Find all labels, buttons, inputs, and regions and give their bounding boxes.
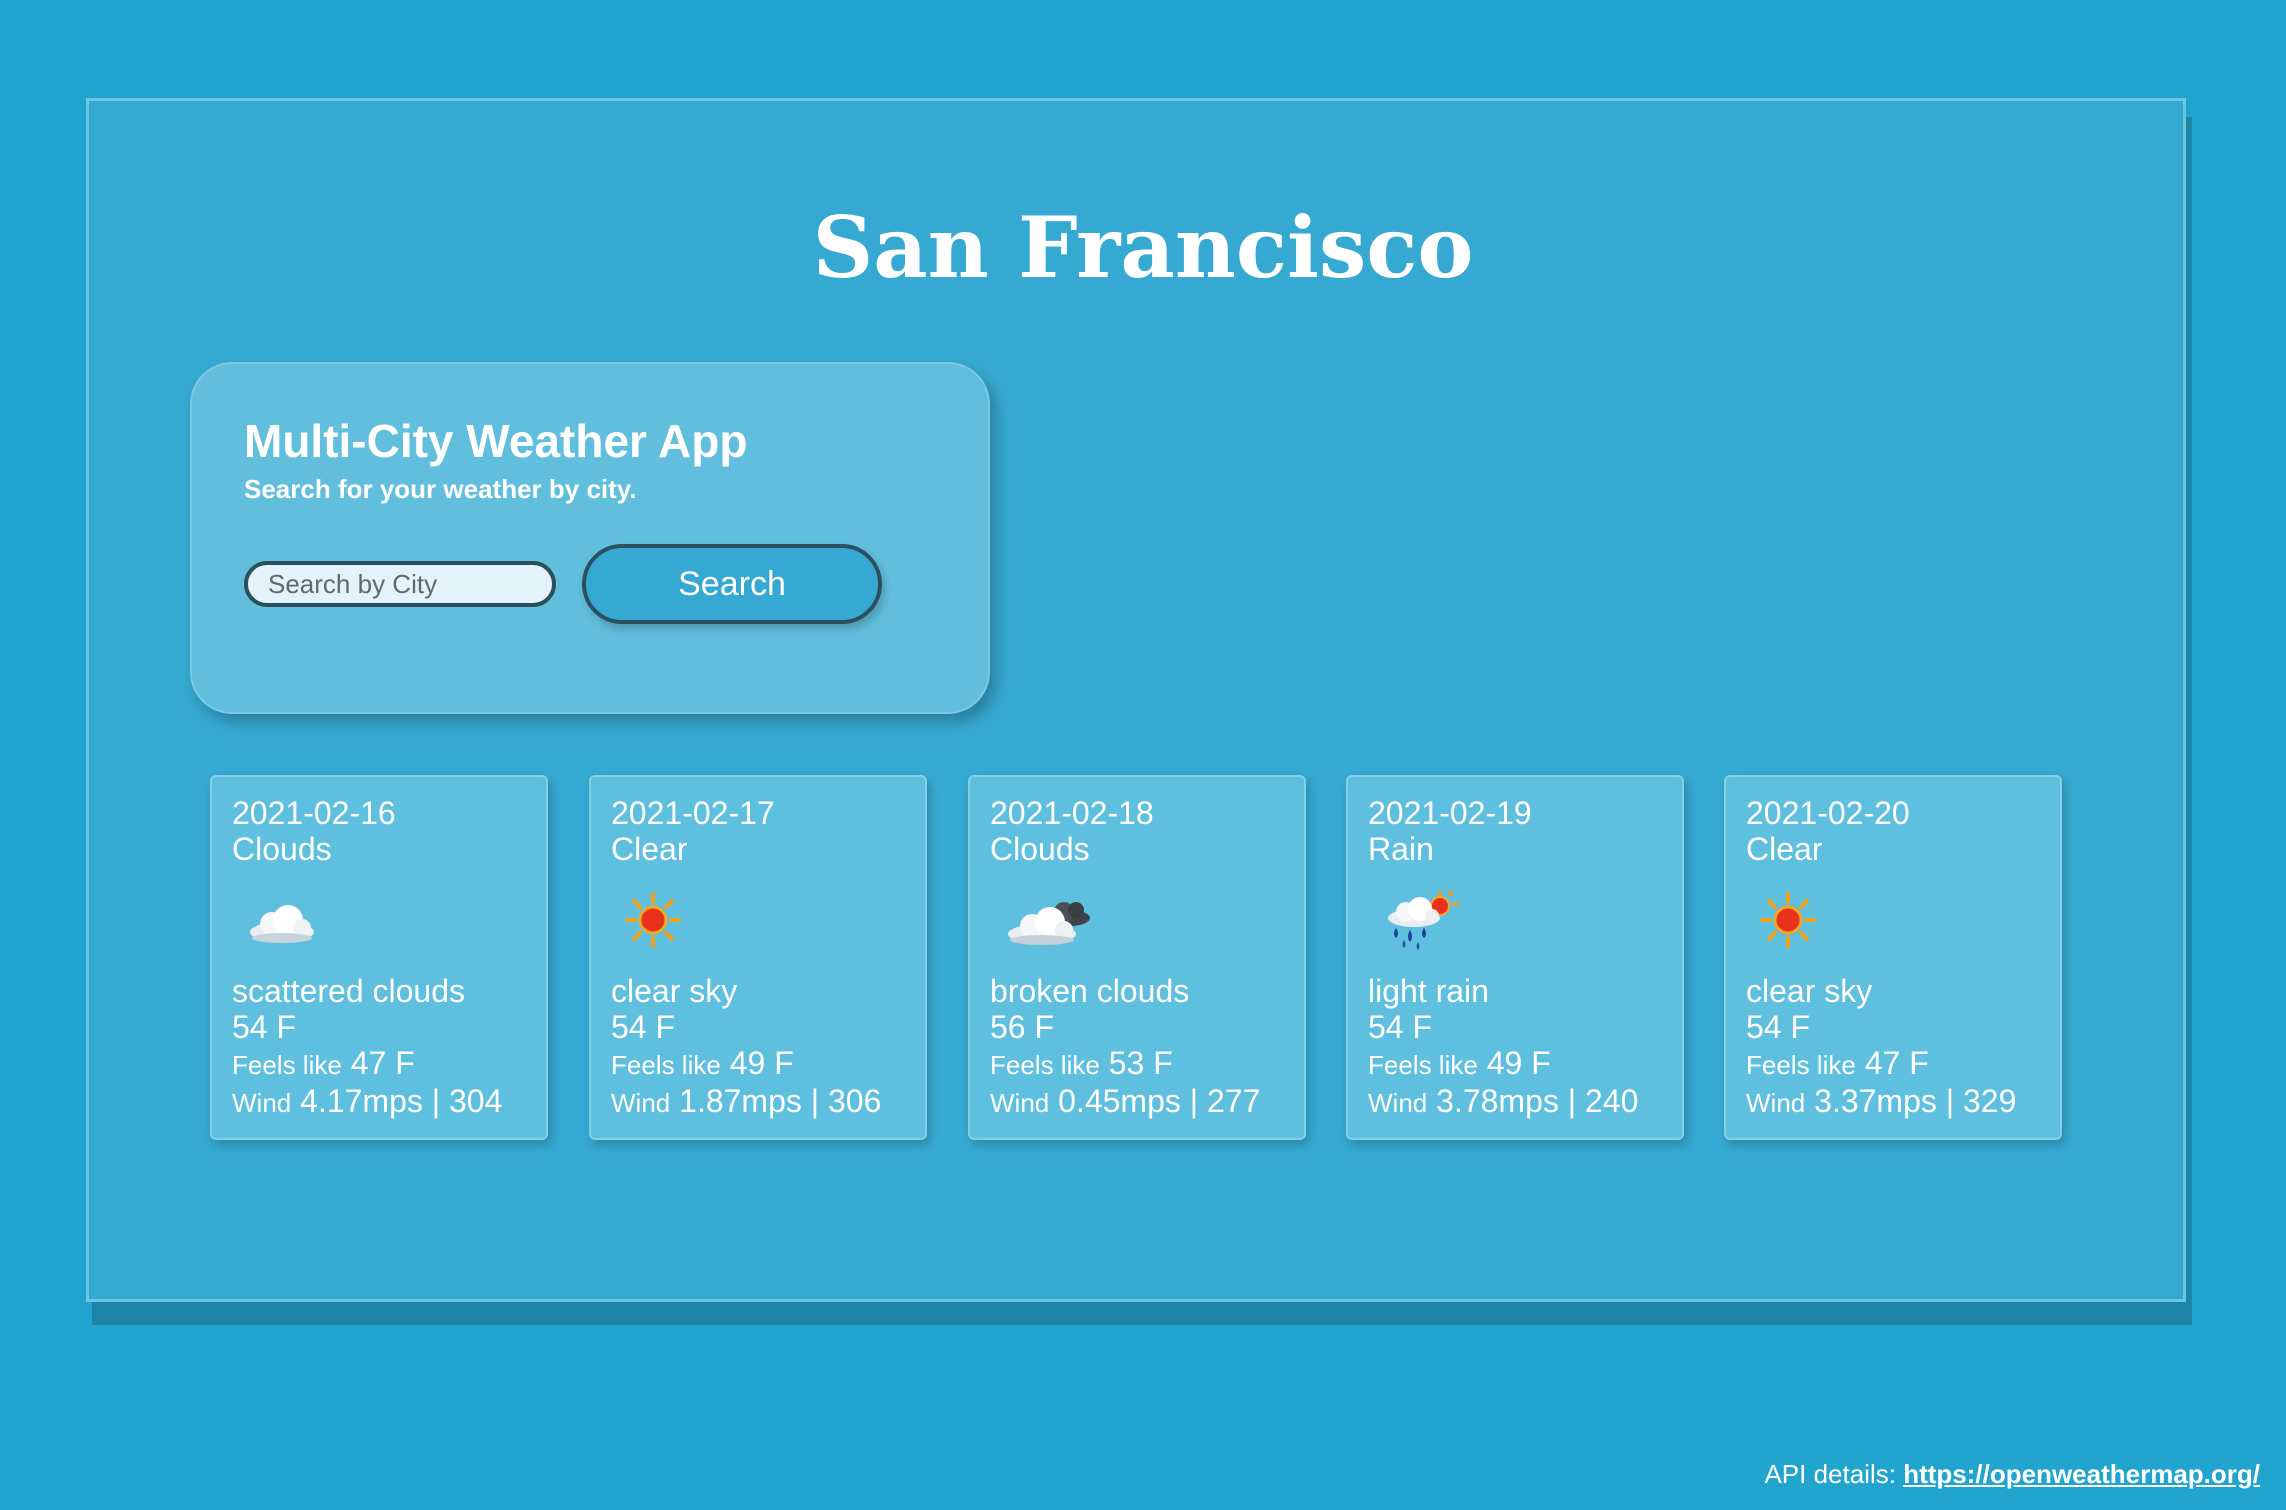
clear-sky-icon	[611, 867, 905, 973]
wind-label: Wind	[232, 1088, 292, 1118]
forecast-date: 2021-02-16	[232, 795, 396, 831]
forecast-condition: Clouds	[990, 831, 1090, 867]
feels-like-value: 47 F	[1864, 1045, 1929, 1081]
scattered-clouds-icon	[232, 867, 526, 973]
feels-like-value: 49 F	[1486, 1045, 1551, 1081]
forecast-condition: Clouds	[232, 831, 332, 867]
forecast-description: light rain	[1368, 973, 1489, 1009]
city-title: San Francisco	[812, 198, 1474, 297]
feels-like-label: Feels like	[611, 1050, 721, 1080]
forecast-condition: Rain	[1368, 831, 1434, 867]
app-subtitle: Search for your weather by city.	[244, 474, 637, 504]
forecast-wind: Wind 3.78mps | 240	[1368, 1083, 1662, 1121]
search-button[interactable]: Search	[582, 544, 882, 624]
feels-like-value: 49 F	[729, 1045, 794, 1081]
forecast-temp: 54 F	[232, 1009, 297, 1045]
forecast-feels-like: Feels like 49 F	[611, 1045, 905, 1083]
forecast-condition: Clear	[1746, 831, 1823, 867]
feels-like-label: Feels like	[1746, 1050, 1856, 1080]
feels-like-label: Feels like	[1368, 1050, 1478, 1080]
wind-value: 4.17mps | 304	[300, 1083, 503, 1119]
broken-clouds-icon	[990, 867, 1284, 973]
api-link[interactable]: https://openweathermap.org/	[1903, 1459, 2260, 1489]
forecast-card-day-1: 2021-02-16 Clouds scattered clouds 54 F …	[210, 775, 548, 1140]
forecast-card-day-4: 2021-02-19 Rain light rain 54 F Feels li…	[1346, 775, 1684, 1140]
wind-label: Wind	[611, 1088, 671, 1118]
clear-sky-icon	[1746, 867, 2040, 973]
forecast-wind: Wind 1.87mps | 306	[611, 1083, 905, 1121]
wind-value: 3.78mps | 240	[1436, 1083, 1639, 1119]
forecast-description: clear sky	[611, 973, 738, 1009]
feels-like-value: 47 F	[350, 1045, 415, 1081]
forecast-temp: 56 F	[990, 1009, 1055, 1045]
forecast-temp: 54 F	[1368, 1009, 1433, 1045]
forecast-date: 2021-02-17	[611, 795, 775, 831]
forecast-description: broken clouds	[990, 973, 1190, 1009]
forecast-temp: 54 F	[611, 1009, 676, 1045]
feels-like-label: Feels like	[990, 1050, 1100, 1080]
forecast-wind: Wind 4.17mps | 304	[232, 1083, 526, 1121]
wind-label: Wind	[990, 1088, 1050, 1118]
forecast-feels-like: Feels like 53 F	[990, 1045, 1284, 1083]
forecast-date: 2021-02-18	[990, 795, 1154, 831]
wind-value: 3.37mps | 329	[1814, 1083, 2017, 1119]
forecast-card-day-5: 2021-02-20 Clear clear sky 54 F Feels li…	[1724, 775, 2062, 1140]
feels-like-label: Feels like	[232, 1050, 342, 1080]
light-rain-icon	[1368, 867, 1662, 973]
forecast-feels-like: Feels like 47 F	[1746, 1045, 2040, 1083]
feels-like-value: 53 F	[1108, 1045, 1173, 1081]
forecast-feels-like: Feels like 49 F	[1368, 1045, 1662, 1083]
forecast-condition: Clear	[611, 831, 688, 867]
forecast-card-day-2: 2021-02-17 Clear clear sky 54 F Feels li…	[589, 775, 927, 1140]
app-title: Multi-City Weather App	[244, 415, 748, 467]
wind-label: Wind	[1746, 1088, 1806, 1118]
forecast-date: 2021-02-19	[1368, 795, 1532, 831]
search-panel: Multi-City Weather App Search for your w…	[190, 362, 990, 714]
forecast-temp: 54 F	[1746, 1009, 1811, 1045]
api-details-footer: API details: https://openweathermap.org/	[1764, 1459, 2260, 1490]
forecast-date: 2021-02-20	[1746, 795, 1910, 831]
forecast-wind: Wind 3.37mps | 329	[1746, 1083, 2040, 1121]
wind-label: Wind	[1368, 1088, 1428, 1118]
search-input[interactable]	[244, 561, 556, 607]
api-details-label: API details:	[1764, 1459, 1896, 1489]
wind-value: 1.87mps | 306	[679, 1083, 882, 1119]
forecast-description: scattered clouds	[232, 973, 466, 1009]
forecast-card-day-3: 2021-02-18 Clouds broken clouds 56 F Fee…	[968, 775, 1306, 1140]
forecast-description: clear sky	[1746, 973, 1873, 1009]
forecast-wind: Wind 0.45mps | 277	[990, 1083, 1284, 1121]
forecast-feels-like: Feels like 47 F	[232, 1045, 526, 1083]
wind-value: 0.45mps | 277	[1058, 1083, 1261, 1119]
